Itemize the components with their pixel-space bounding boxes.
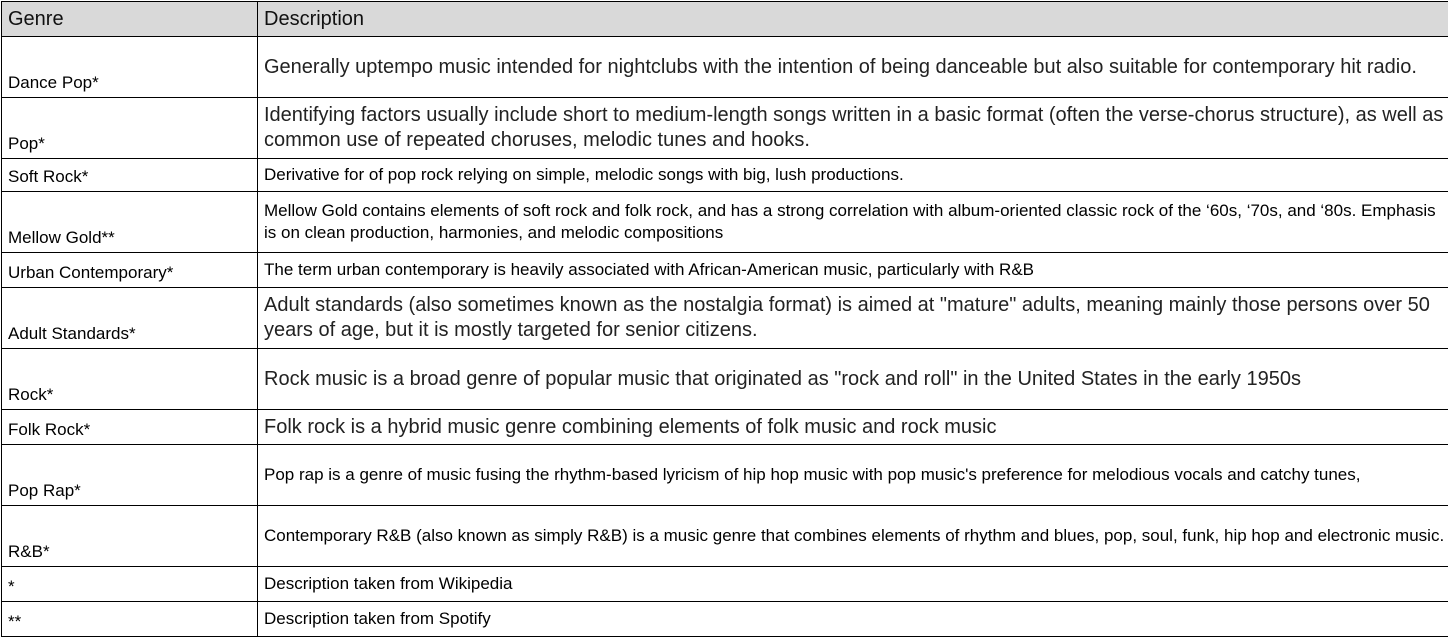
genre-cell: Adult Standards* — [2, 288, 258, 349]
table-row: Adult Standards* Adult standards (also s… — [2, 288, 1448, 349]
genre-cell: Folk Rock* — [2, 410, 258, 445]
table-row: Soft Rock* Derivative for of pop rock re… — [2, 159, 1448, 192]
genre-cell: Urban Contemporary* — [2, 253, 258, 288]
table-row: * Description taken from Wikipedia — [2, 567, 1448, 602]
table-row: Pop* Identifying factors usually include… — [2, 98, 1448, 159]
description-cell: Pop rap is a genre of music fusing the r… — [258, 445, 1448, 506]
description-cell: Mellow Gold contains elements of soft ro… — [258, 192, 1448, 253]
genre-cell: Mellow Gold** — [2, 192, 258, 253]
description-cell: Generally uptempo music intended for nig… — [258, 37, 1448, 98]
genre-cell: Pop* — [2, 98, 258, 159]
description-cell: Description taken from Wikipedia — [258, 567, 1448, 602]
table-row: Pop Rap* Pop rap is a genre of music fus… — [2, 445, 1448, 506]
table-row: Mellow Gold** Mellow Gold contains eleme… — [2, 192, 1448, 253]
table-row: ** Description taken from Spotify — [2, 602, 1448, 637]
genre-cell: Dance Pop* — [2, 37, 258, 98]
description-cell: Folk rock is a hybrid music genre combin… — [258, 410, 1448, 445]
description-cell: Adult standards (also sometimes known as… — [258, 288, 1448, 349]
genre-table: Genre Description Dance Pop* Generally u… — [1, 1, 1448, 637]
description-cell: The term urban contemporary is heavily a… — [258, 253, 1448, 288]
genre-cell: R&B* — [2, 506, 258, 567]
genre-cell: ** — [2, 602, 258, 637]
genre-cell: Rock* — [2, 349, 258, 410]
genre-cell: Pop Rap* — [2, 445, 258, 506]
column-header-description: Description — [258, 2, 1448, 37]
table-row: R&B* Contemporary R&B (also known as sim… — [2, 506, 1448, 567]
table-row: Dance Pop* Generally uptempo music inten… — [2, 37, 1448, 98]
table-row: Urban Contemporary* The term urban conte… — [2, 253, 1448, 288]
description-cell: Description taken from Spotify — [258, 602, 1448, 637]
genre-cell: * — [2, 567, 258, 602]
description-cell: Identifying factors usually include shor… — [258, 98, 1448, 159]
genre-cell: Soft Rock* — [2, 159, 258, 192]
table-row: Rock* Rock music is a broad genre of pop… — [2, 349, 1448, 410]
description-cell: Derivative for of pop rock relying on si… — [258, 159, 1448, 192]
description-cell: Rock music is a broad genre of popular m… — [258, 349, 1448, 410]
table-row: Folk Rock* Folk rock is a hybrid music g… — [2, 410, 1448, 445]
description-cell: Contemporary R&B (also known as simply R… — [258, 506, 1448, 567]
column-header-genre: Genre — [2, 2, 258, 37]
header-row: Genre Description — [2, 2, 1448, 37]
